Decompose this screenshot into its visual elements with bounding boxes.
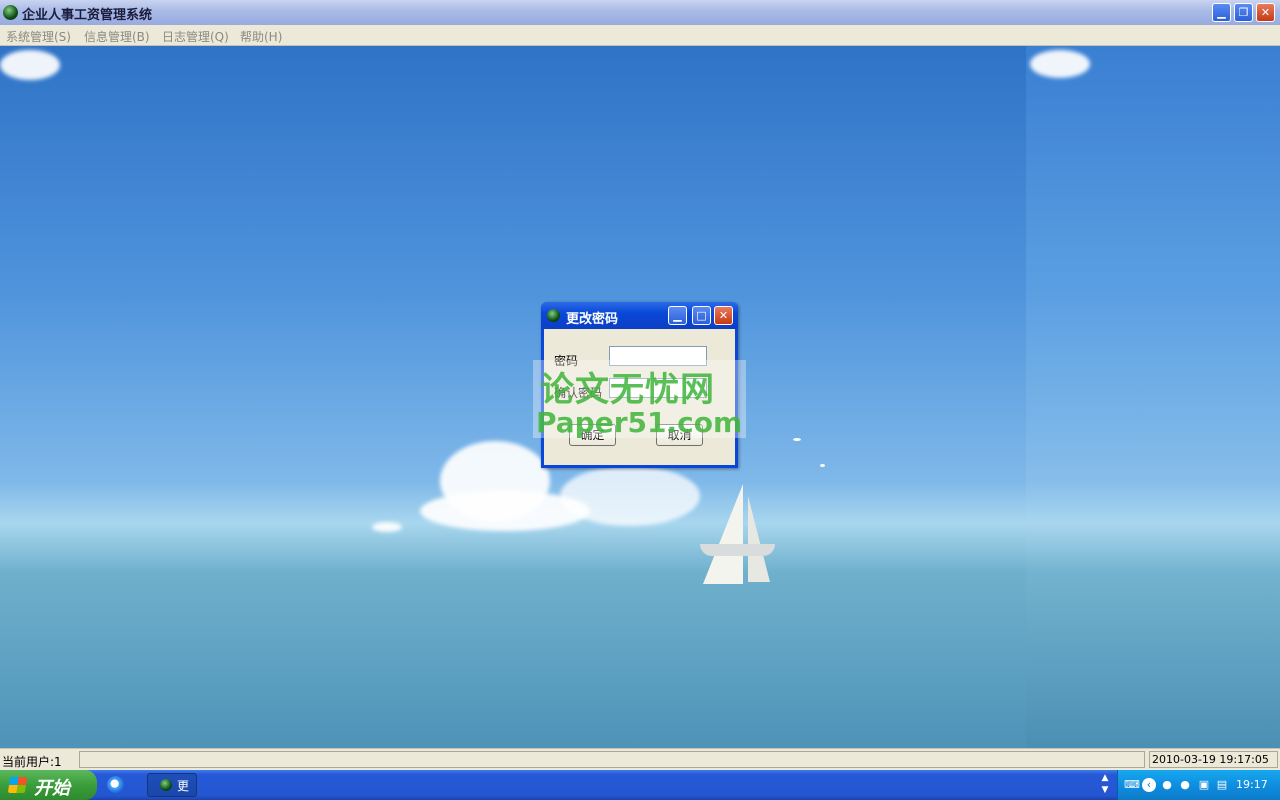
watermark-text: 论文无忧网 (540, 370, 715, 410)
app-title: 企业人事工资管理系统 (22, 8, 153, 23)
menu-info[interactable]: 信息管理(B) (84, 28, 150, 45)
chat-penguin-icon[interactable]: ● (1160, 778, 1174, 792)
menu-bar: 系统管理(S) 信息管理(B) 日志管理(Q) 帮助(H) (0, 25, 1280, 46)
status-pane (79, 751, 1145, 768)
start-label: 开始 (34, 778, 70, 799)
taskbar-app-button[interactable]: 更 (147, 773, 197, 797)
taskbar-app-label: 更 (177, 779, 190, 793)
tray-app-icon[interactable]: ▣ (1197, 778, 1211, 792)
status-bar: 当前用户:1 2010-03-19 19:17:05 (0, 748, 1280, 771)
dialog-titlebar[interactable]: 更改密码 ▁ □ ✕ (541, 302, 738, 329)
cloud-decoration (372, 522, 402, 532)
dialog-app-icon (547, 309, 560, 322)
chat-penguin-icon-2[interactable]: ● (1178, 778, 1192, 792)
network-icon[interactable]: ▤ (1215, 778, 1229, 792)
cloud-decoration (1030, 50, 1090, 78)
taskbar: 开始 更 ▲ ▼ ⌨ ‹ ● ● ▣ ▤ 19:17 (0, 770, 1280, 800)
sailboat-jib (748, 496, 770, 582)
tray-clock[interactable]: 19:17 (1236, 778, 1268, 791)
keyboard-icon[interactable]: ⌨ (1124, 778, 1140, 792)
close-button[interactable]: ✕ (1256, 3, 1275, 22)
dialog-minimize-button[interactable]: ▁ (668, 306, 687, 325)
sailboat-hull (700, 544, 775, 556)
app-titlebar[interactable]: 企业人事工资管理系统 ▁ ❐ ✕ (0, 0, 1280, 26)
seagull-decoration (793, 438, 801, 441)
cloud-decoration (0, 50, 60, 80)
system-tray: ⌨ ‹ ● ● ▣ ▤ 19:17 (1117, 770, 1280, 800)
dialog-title: 更改密码 (566, 312, 619, 327)
restore-button[interactable]: ❐ (1234, 3, 1253, 22)
current-user-status: 当前用户:1 (2, 755, 62, 769)
quick-launch-browser-icon[interactable] (107, 776, 124, 793)
menu-help[interactable]: 帮助(H) (240, 28, 282, 45)
windows-logo-icon (7, 777, 28, 793)
dialog-maximize-button[interactable]: □ (692, 306, 711, 325)
datetime-status: 2010-03-19 19:17:05 (1149, 751, 1278, 768)
dialog-close-button[interactable]: ✕ (714, 306, 733, 325)
watermark-url: Paper51.com (536, 406, 743, 439)
menu-system[interactable]: 系统管理(S) (6, 28, 71, 45)
seagull-decoration (820, 464, 825, 467)
cloud-decoration (560, 466, 700, 526)
app-icon (3, 5, 18, 20)
start-button[interactable]: 开始 (0, 770, 97, 800)
tray-collapse-icon[interactable]: ‹ (1142, 778, 1156, 792)
minimize-button[interactable]: ▁ (1212, 3, 1231, 22)
sailboat-main-sail (703, 484, 743, 584)
menu-log[interactable]: 日志管理(Q) (162, 28, 229, 45)
background-tile-right (1026, 46, 1280, 748)
taskbar-scroll-arrows[interactable]: ▲ ▼ (1098, 772, 1112, 798)
taskbar-app-icon (160, 779, 172, 791)
